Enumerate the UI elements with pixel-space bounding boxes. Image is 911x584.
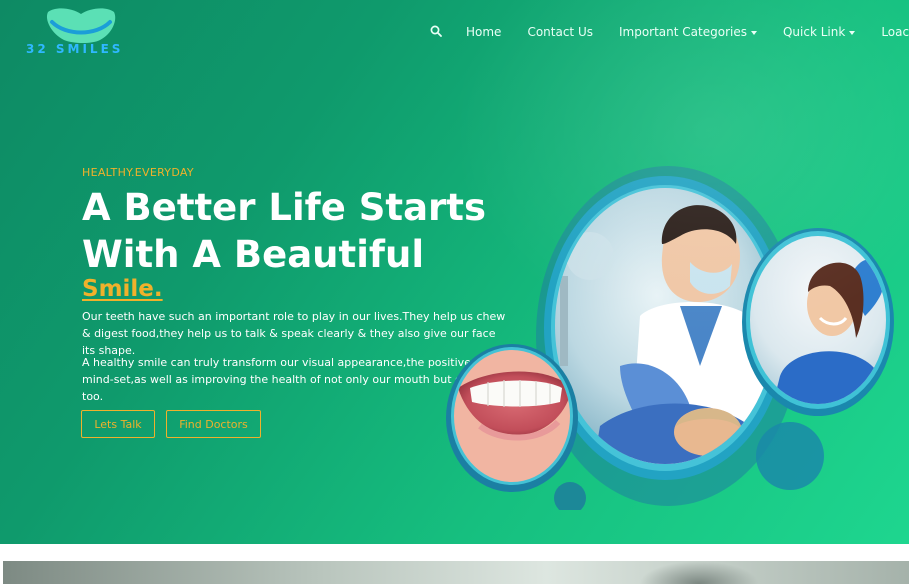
search-icon	[430, 25, 442, 37]
nav-search-button[interactable]	[430, 25, 442, 40]
nav-home[interactable]: Home	[466, 25, 501, 39]
hero-headline: A Better Life Starts With A Beautiful	[82, 184, 502, 278]
site-logo[interactable]: 32 SMILES	[26, 6, 136, 58]
lets-talk-button[interactable]: Lets Talk	[81, 410, 155, 438]
nav-contact-us[interactable]: Contact Us	[527, 25, 593, 39]
hero-headline-line2: With A Beautiful	[82, 233, 425, 276]
find-doctors-button[interactable]: Find Doctors	[166, 410, 261, 438]
nav-important-categories-label: Important Categories	[618, 25, 747, 39]
next-section-preview	[3, 561, 909, 584]
hero-illustration	[446, 166, 894, 510]
nav-location[interactable]: Loaction	[881, 25, 909, 39]
nav-quick-link-label: Quick Link	[782, 25, 846, 39]
hero-eyebrow: HEALTHY.EVERYDAY	[82, 166, 194, 179]
logo-text: 32 SMILES	[26, 42, 124, 56]
chevron-down-icon	[750, 30, 757, 35]
chevron-down-icon	[849, 30, 856, 35]
hero-section: 32 SMILES Home Contact Us Important Cate…	[0, 0, 909, 544]
hero-headline-accent: Smile.	[82, 276, 163, 302]
nav-quick-link[interactable]: Quick Link	[782, 25, 856, 39]
hero-headline-line1: A Better Life Starts	[82, 186, 487, 229]
nav-important-categories[interactable]: Important Categories	[619, 25, 757, 39]
top-nav: Home Contact Us Important Categories Qui…	[430, 22, 909, 42]
